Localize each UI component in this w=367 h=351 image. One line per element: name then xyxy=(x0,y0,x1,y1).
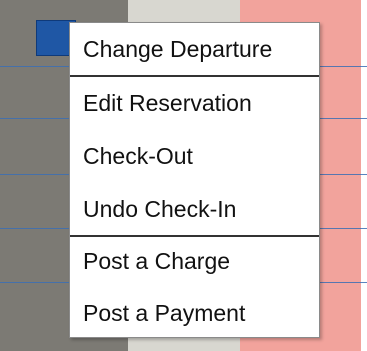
menu-item-post-payment[interactable]: Post a Payment xyxy=(83,299,245,327)
grid-edge xyxy=(361,0,367,351)
menu-item-undo-check-in[interactable]: Undo Check-In xyxy=(83,195,236,223)
menu-separator xyxy=(70,235,319,237)
menu-item-edit-reservation[interactable]: Edit Reservation xyxy=(83,89,252,117)
menu-item-post-charge[interactable]: Post a Charge xyxy=(83,247,230,275)
menu-separator xyxy=(70,75,319,77)
menu-item-check-out[interactable]: Check-Out xyxy=(83,142,193,170)
context-menu: Change Departure Edit Reservation Check-… xyxy=(69,22,320,338)
menu-item-change-departure[interactable]: Change Departure xyxy=(83,35,272,63)
